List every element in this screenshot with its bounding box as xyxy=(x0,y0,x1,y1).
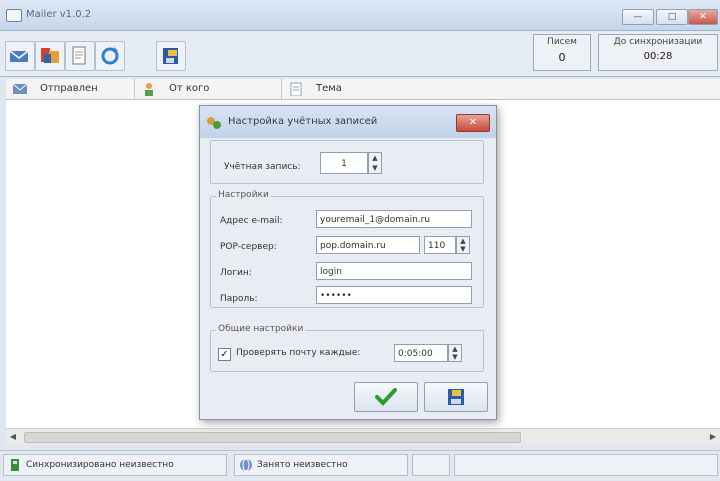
sent-icon xyxy=(12,83,28,94)
stepper-down-icon[interactable]: ▼ xyxy=(457,245,469,253)
interval-field[interactable]: 0:05:00 xyxy=(394,344,448,362)
pop-server-label: POP-сервер: xyxy=(220,242,277,252)
stepper-down-icon[interactable]: ▼ xyxy=(449,353,461,361)
checkmark-icon xyxy=(375,388,397,406)
sync-timer-value: 00:28 xyxy=(643,51,673,62)
interval-stepper[interactable]: ▲ ▼ xyxy=(448,344,462,362)
sync-timer-label: До синхронизации xyxy=(613,37,703,47)
save-button[interactable] xyxy=(424,382,488,412)
port-stepper[interactable]: ▲ ▼ xyxy=(456,236,470,254)
account-settings-dialog: Настройка учётных записей ✕ Учётная запи… xyxy=(199,105,497,420)
login-label: Логин: xyxy=(220,268,252,278)
mail-counter-value: 0 xyxy=(558,51,566,64)
mail-counter-label: Писем xyxy=(547,37,577,47)
new-mail-button[interactable] xyxy=(35,41,65,71)
stepper-up-icon[interactable]: ▲ xyxy=(449,345,461,353)
column-subject-label: Тема xyxy=(316,83,342,94)
check-mail-checkbox[interactable]: ✓ xyxy=(218,348,231,361)
column-sender[interactable]: От кого xyxy=(135,79,282,99)
ok-button[interactable] xyxy=(354,382,418,412)
password-label: Пароль: xyxy=(220,294,258,304)
sync-timer: До синхронизации 00:28 xyxy=(598,34,718,71)
column-subject[interactable]: Тема xyxy=(282,79,720,99)
scroll-thumb[interactable] xyxy=(24,432,521,443)
stepper-up-icon[interactable]: ▲ xyxy=(369,153,381,163)
close-button[interactable]: ✕ xyxy=(688,9,718,25)
accounts-icon xyxy=(72,46,86,65)
scroll-left-icon[interactable]: ◀ xyxy=(8,432,18,442)
column-sent-label: Отправлен xyxy=(40,83,98,94)
scroll-right-icon[interactable]: ▶ xyxy=(708,432,718,442)
settings-icon xyxy=(207,117,221,129)
sync-status-panel: Синхронизировано неизвестно xyxy=(3,454,227,476)
check-status-panel: Занято неизвестно xyxy=(234,454,408,476)
pop-server-field[interactable]: pop.domain.ru xyxy=(316,236,420,254)
settings-legend: Настройки xyxy=(216,190,271,200)
save-icon xyxy=(448,389,464,405)
stepper-up-icon[interactable]: ▲ xyxy=(457,237,469,245)
refresh-icon xyxy=(101,47,119,65)
check-status-text: Занято неизвестно xyxy=(257,460,348,470)
window-title: Mailer v1.0.2 xyxy=(26,9,92,20)
status-panel-empty-2 xyxy=(454,454,718,476)
globe-icon xyxy=(240,458,252,472)
subject-icon xyxy=(290,82,302,96)
email-field[interactable]: youremail_1@domain.ru xyxy=(316,210,472,228)
email-label: Адрес e-mail: xyxy=(220,216,283,226)
maximize-button[interactable]: □ xyxy=(656,9,688,25)
account-stepper[interactable]: ▲ ▼ xyxy=(368,152,382,174)
check-mail-label: Проверять почту каждые: xyxy=(236,348,361,358)
login-field[interactable]: login xyxy=(316,262,472,280)
sender-icon xyxy=(145,83,153,96)
password-field[interactable]: •••••• xyxy=(316,286,472,304)
column-sender-label: От кого xyxy=(169,83,210,94)
title-bar: Mailer v1.0.2 — □ ✕ xyxy=(0,0,720,31)
dialog-close-button[interactable]: ✕ xyxy=(456,114,490,132)
sync-status-icon xyxy=(11,459,19,471)
refresh-button[interactable] xyxy=(95,41,125,71)
exit-icon xyxy=(163,48,178,64)
horizontal-scrollbar[interactable]: ◀ ▶ xyxy=(6,428,720,445)
status-panel-empty-1 xyxy=(412,454,450,476)
mail-list-header: Отправлен От кого Тема xyxy=(6,79,720,100)
accounts-button[interactable] xyxy=(65,41,95,71)
app-icon xyxy=(6,9,22,22)
minimize-button[interactable]: — xyxy=(622,9,654,25)
dialog-title: Настройка учётных записей xyxy=(228,116,378,127)
column-sent[interactable]: Отправлен xyxy=(6,79,135,99)
general-legend: Общие настройки xyxy=(216,324,306,334)
sync-status-text: Синхронизировано неизвестно xyxy=(26,460,174,470)
send-receive-icon xyxy=(9,50,29,62)
account-number-field[interactable]: 1 xyxy=(320,152,368,174)
account-label: Учётная запись: xyxy=(224,162,301,172)
exit-button[interactable] xyxy=(156,41,186,71)
port-field[interactable]: 110 xyxy=(424,236,456,254)
new-mail-icon xyxy=(41,48,59,63)
send-receive-button[interactable] xyxy=(5,41,35,71)
dialog-title-bar: Настройка учётных записей ✕ xyxy=(200,106,496,138)
stepper-down-icon[interactable]: ▼ xyxy=(369,163,381,173)
mail-counter: Писем 0 xyxy=(533,34,591,71)
